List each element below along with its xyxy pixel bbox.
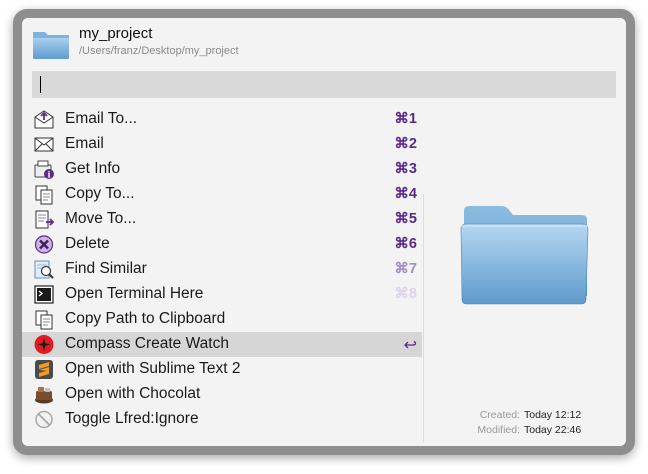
- find-similar-icon: [33, 259, 55, 280]
- action-label: Email: [65, 135, 104, 152]
- action-shortcut: ⌘1: [394, 111, 417, 127]
- action-item[interactable]: Toggle Lfred:Ignore: [22, 407, 422, 432]
- action-label: Move To...: [65, 210, 137, 227]
- action-shortcut: ⌘5: [394, 211, 417, 227]
- created-value: Today 12:12: [524, 409, 582, 421]
- get-info-icon: i: [33, 159, 55, 180]
- delete-icon: [33, 234, 55, 255]
- action-label: Open with Sublime Text 2: [65, 360, 241, 377]
- chocolat-icon: [33, 384, 55, 405]
- folder-preview-icon: [460, 206, 589, 305]
- action-item[interactable]: Email To... ⌘1: [22, 107, 422, 132]
- action-item[interactable]: Copy To... ⌘4: [22, 182, 422, 207]
- action-panel: my_project /Users/franz/Desktop/my_proje…: [22, 18, 626, 446]
- action-shortcut: ⌘3: [394, 161, 417, 177]
- action-shortcut: ⌘4: [394, 186, 417, 202]
- ignore-icon: [33, 409, 55, 430]
- terminal-icon: [33, 284, 55, 305]
- clipboard-icon: [33, 309, 55, 330]
- item-title: my_project: [79, 25, 153, 42]
- action-shortcut: ⌘6: [394, 236, 417, 252]
- folder-icon: [33, 32, 69, 59]
- copy-to-icon: [33, 184, 55, 205]
- divider: [423, 194, 424, 442]
- action-label: Copy Path to Clipboard: [65, 310, 226, 327]
- modified-label: Modified:: [477, 424, 520, 436]
- envelope-icon: [33, 134, 55, 155]
- action-item[interactable]: Move To... ⌘5: [22, 207, 422, 232]
- action-shortcut: ⌘8: [394, 286, 417, 302]
- action-item[interactable]: Email ⌘2: [22, 132, 422, 157]
- alfred-window: my_project /Users/franz/Desktop/my_proje…: [13, 9, 635, 455]
- action-item[interactable]: i Get Info ⌘3: [22, 157, 422, 182]
- action-item[interactable]: Find Similar ⌘7: [22, 257, 422, 282]
- action-label: Email To...: [65, 110, 138, 127]
- modified-value: Today 22:46: [524, 424, 582, 436]
- action-label: Copy To...: [65, 185, 135, 202]
- action-item[interactable]: Open with Chocolat: [22, 382, 422, 407]
- action-list: Email To... ⌘1 Email ⌘2 i Get Info ⌘3 Copy To..…: [22, 107, 422, 432]
- action-item[interactable]: Delete ⌘6: [22, 232, 422, 257]
- compass-icon: [33, 334, 55, 355]
- action-label: Find Similar: [65, 260, 147, 277]
- item-path: /Users/franz/Desktop/my_project: [79, 45, 239, 57]
- action-item[interactable]: Open with Sublime Text 2: [22, 357, 422, 382]
- action-shortcut: ⌘7: [394, 261, 417, 277]
- action-item[interactable]: Copy Path to Clipboard: [22, 307, 422, 332]
- action-label: Get Info: [65, 160, 121, 177]
- action-label: Open with Chocolat: [65, 385, 201, 402]
- file-metadata: Created: Today 12:12 Modified: Today 22:…: [422, 409, 626, 439]
- action-label: Open Terminal Here: [65, 285, 204, 302]
- sublime-text-icon: [33, 359, 55, 380]
- created-label: Created:: [479, 409, 520, 421]
- action-item[interactable]: Open Terminal Here ⌘8: [22, 282, 422, 307]
- action-shortcut: ⌘2: [394, 136, 417, 152]
- file-header: my_project /Users/franz/Desktop/my_proje…: [22, 18, 626, 72]
- action-item[interactable]: Compass Create Watch ↩: [22, 332, 422, 357]
- move-to-icon: [33, 209, 55, 230]
- svg-text:i: i: [47, 170, 50, 180]
- action-label: Toggle Lfred:Ignore: [65, 410, 199, 427]
- action-label: Compass Create Watch: [65, 335, 229, 352]
- action-shortcut: ↩: [403, 337, 417, 354]
- search-input[interactable]: [32, 71, 616, 98]
- text-caret: [40, 76, 41, 93]
- email-to-icon: [33, 109, 55, 130]
- action-label: Delete: [65, 235, 110, 252]
